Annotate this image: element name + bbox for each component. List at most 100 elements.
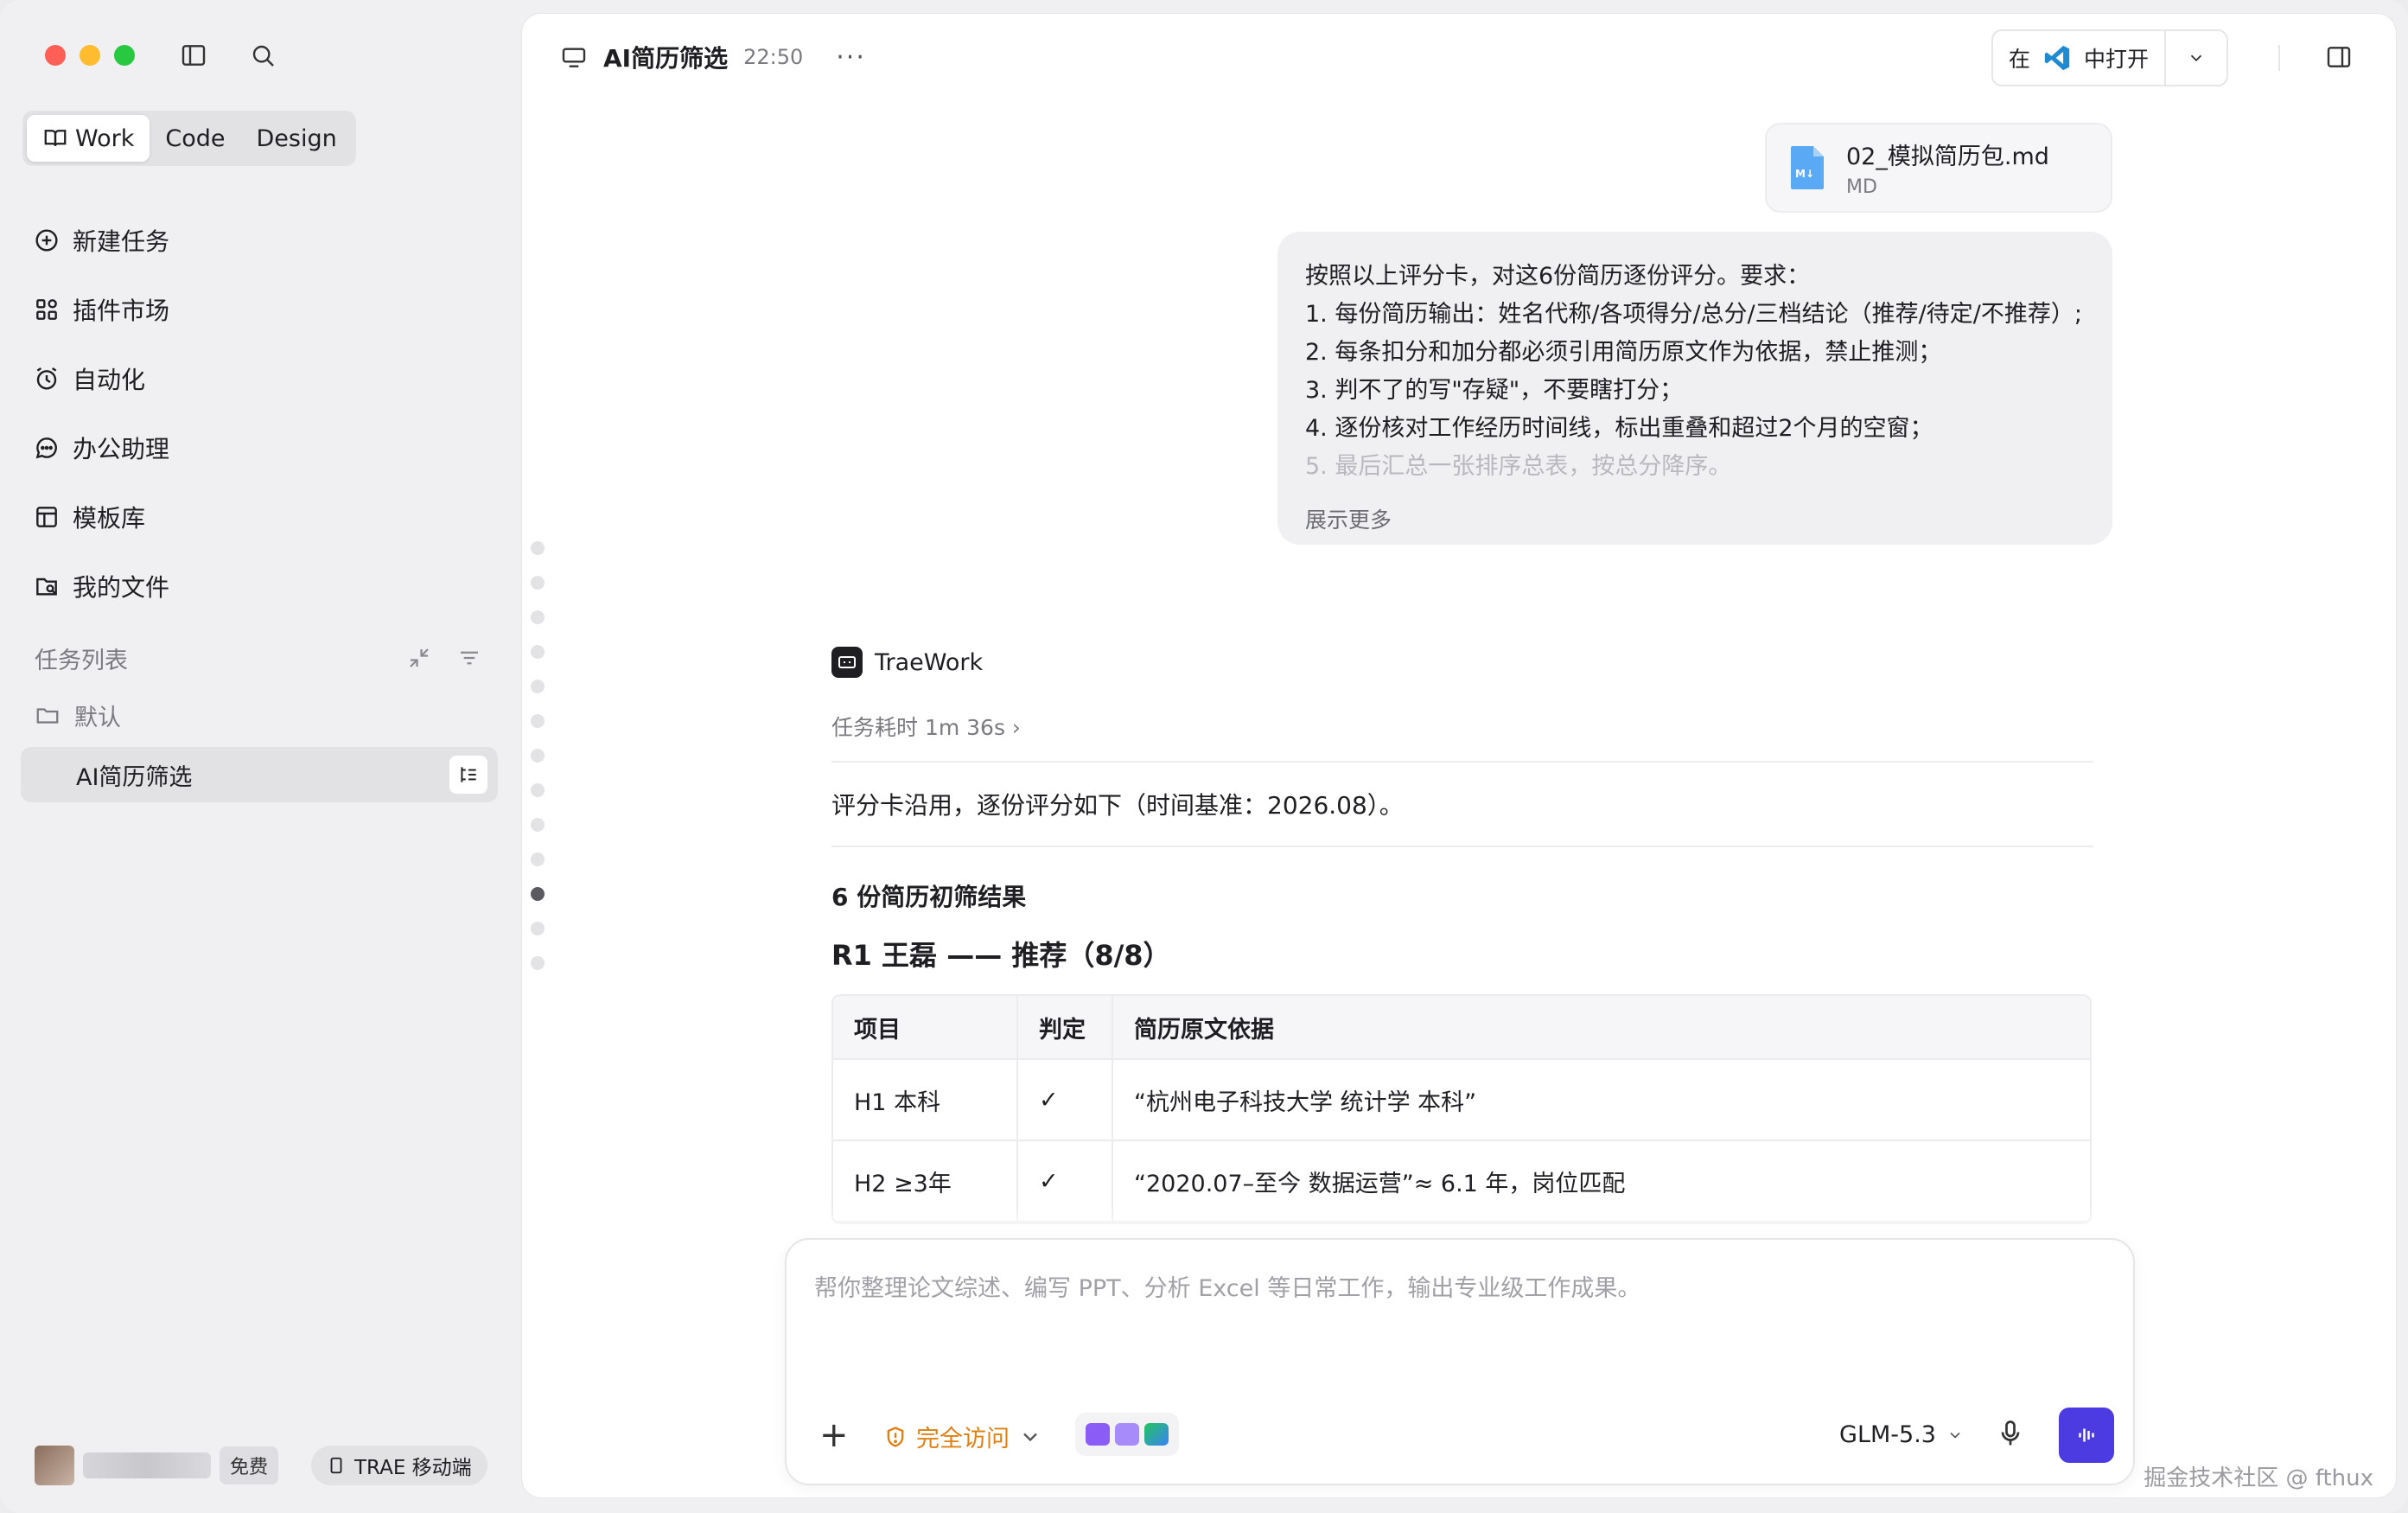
user-message-line: 4. 逐份核对工作经历时间线，标出重叠和超过2个月的空窗； <box>1305 415 1933 442</box>
sidebar-item-label: 插件市场 <box>73 297 170 325</box>
filter-icon[interactable] <box>456 645 482 671</box>
folder-default[interactable]: 默认 <box>35 699 121 732</box>
folder-icon <box>36 707 59 724</box>
conversation-time: 22:50 <box>743 45 804 69</box>
nav-dot[interactable] <box>531 818 545 832</box>
microphone-icon[interactable] <box>1995 1418 2026 1449</box>
message-navigator <box>531 541 545 970</box>
file-info: 02_模拟简历包.md MD <box>1846 137 2049 198</box>
assistant-message: TraeWork 任务耗时 1m 36s › 评分卡沿用，逐份评分如下（时间基准… <box>831 647 2093 1224</box>
sidebar-item-new-task[interactable]: 新建任务 <box>33 206 169 275</box>
image-tool-icon <box>1115 1423 1139 1446</box>
user-profile[interactable]: 免费 <box>35 1446 279 1485</box>
tab-design[interactable]: Design <box>241 115 353 162</box>
sidebar-toggle-icon[interactable] <box>180 41 207 69</box>
alarm-clock-icon <box>36 367 57 390</box>
task-detail-button[interactable] <box>449 756 487 794</box>
model-selector[interactable]: GLM-5.3 <box>1839 1421 1964 1448</box>
avatar <box>35 1446 74 1485</box>
nav-dot[interactable] <box>531 852 545 866</box>
media-tools-button[interactable] <box>1075 1413 1179 1456</box>
phone-icon <box>330 1457 342 1474</box>
mode-switch: Work Code Design <box>22 111 356 166</box>
chevron-down-icon <box>1023 1433 1037 1441</box>
sidebar-item-office-assistant[interactable]: 办公助理 <box>33 413 169 482</box>
expand-message-button[interactable]: 展示更多 <box>1305 503 2085 534</box>
nav-dot[interactable] <box>531 714 545 728</box>
markdown-file-icon: M↓ <box>1791 146 1824 189</box>
design-tool-icon <box>1144 1423 1169 1446</box>
plugin-grid-icon <box>36 299 57 320</box>
add-attachment-button[interactable]: + <box>819 1418 849 1452</box>
score-table: 项目 判定 简历原文依据 H1 本科 ✓ “杭州电子科技大学 统计学 本科” H… <box>831 994 2092 1224</box>
plan-badge: 免费 <box>220 1446 279 1484</box>
collapse-icon[interactable] <box>406 645 432 671</box>
close-window-button[interactable] <box>45 45 66 66</box>
table-row: H1 本科 ✓ “杭州电子科技大学 统计学 本科” <box>833 1060 2090 1141</box>
access-mode-selector[interactable]: 完全访问 <box>883 1420 1042 1453</box>
column-header: 判定 <box>1018 996 1113 1060</box>
task-item-active[interactable]: AI简历筛选 <box>21 747 498 802</box>
nav-dot[interactable] <box>531 680 545 693</box>
task-item-label: AI简历筛选 <box>76 763 193 791</box>
nav-dot[interactable] <box>531 645 545 659</box>
user-message-line: 1. 每份简历输出：姓名代称/各项得分/总分/三档结论（推荐/待定/不推荐）; <box>1305 301 2082 328</box>
tab-work[interactable]: Work <box>27 115 150 162</box>
section-heading: 6 份简历初筛结果 <box>831 883 1027 911</box>
maximize-window-button[interactable] <box>114 45 135 66</box>
user-name-blurred <box>83 1452 211 1478</box>
chevron-down-icon <box>2190 54 2202 62</box>
assistant-header: TraeWork <box>831 647 2093 678</box>
model-label: GLM-5.3 <box>1839 1421 1936 1448</box>
sidebar-item-label: 新建任务 <box>73 227 170 256</box>
column-header: 项目 <box>833 996 1018 1060</box>
nav-dot[interactable] <box>531 749 545 763</box>
user-message: 按照以上评分卡，对这6份简历逐份评分。要求： 1. 每份简历输出：姓名代称/各项… <box>1277 232 2112 545</box>
open-in-suffix: 中打开 <box>2084 47 2150 72</box>
chevron-down-icon <box>1950 1432 1960 1439</box>
open-in-dropdown[interactable] <box>2166 48 2226 67</box>
nav-dot[interactable] <box>531 576 545 590</box>
open-in-vscode-button[interactable]: 在 中打开 <box>1993 31 2167 85</box>
page-title: AI简历筛选 <box>603 44 729 73</box>
nav-dot[interactable] <box>531 783 545 797</box>
open-in-prefix: 在 <box>2009 47 2031 72</box>
task-duration-toggle[interactable]: 任务耗时 1m 36s › <box>831 711 2093 763</box>
traework-logo-icon <box>831 647 863 678</box>
tab-code[interactable]: Code <box>150 115 240 162</box>
sidebar-item-templates[interactable]: 模板库 <box>33 482 169 552</box>
folder-label: 默认 <box>74 705 121 731</box>
right-panel-toggle-icon[interactable] <box>2325 43 2353 71</box>
nav-dot-active[interactable] <box>531 887 545 901</box>
nav-dot[interactable] <box>531 956 545 970</box>
tab-design-label: Design <box>256 124 337 152</box>
more-options-button[interactable]: ··· <box>836 42 866 73</box>
nav-dot[interactable] <box>531 610 545 624</box>
sidebar-item-my-files[interactable]: 我的文件 <box>33 552 169 621</box>
nav-dot[interactable] <box>531 541 545 555</box>
minimize-window-button[interactable] <box>80 45 100 66</box>
composer-input[interactable]: 帮你整理论文综述、编写 PPT、分析 Excel 等日常工作，输出专业级工作成果… <box>814 1269 1640 1303</box>
vscode-icon <box>2044 45 2070 71</box>
voice-send-button[interactable] <box>2059 1408 2114 1463</box>
table-header-row: 项目 判定 简历原文依据 <box>833 996 2090 1060</box>
sidebar-item-automation[interactable]: 自动化 <box>33 344 169 413</box>
mobile-app-label: TRAE 移动端 <box>354 1457 472 1479</box>
nav-dot[interactable] <box>531 922 545 935</box>
waveform-icon <box>2079 1428 2094 1442</box>
sidebar: Work Code Design 新建任务 插件市场 自动化 办公助理 模板库 … <box>0 0 519 1513</box>
mobile-app-button[interactable]: TRAE 移动端 <box>311 1446 487 1485</box>
sidebar-item-label: 我的文件 <box>73 573 170 602</box>
sidebar-item-plugins[interactable]: 插件市场 <box>33 275 169 344</box>
table-cell: H1 本科 <box>833 1060 1018 1141</box>
assistant-intro: 评分卡沿用，逐份评分如下（时间基准：2026.08）。 <box>831 787 2093 847</box>
template-icon <box>36 507 57 527</box>
column-header: 简历原文依据 <box>1113 996 2090 1060</box>
video-tool-icon <box>1086 1423 1110 1446</box>
plus-circle-icon <box>35 229 58 252</box>
topbar-divider <box>2278 45 2280 71</box>
attached-file-card[interactable]: M↓ 02_模拟简历包.md MD <box>1765 123 2112 213</box>
task-list-tools <box>406 645 482 671</box>
search-icon[interactable] <box>249 41 277 69</box>
file-type: MD <box>1846 176 1877 198</box>
